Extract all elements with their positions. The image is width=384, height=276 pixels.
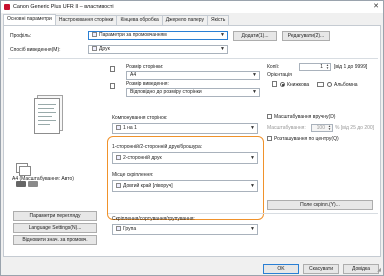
- profile-value: Параметри за промовчанням: [99, 32, 167, 38]
- orientation-label: Орієнтація: [267, 72, 292, 78]
- chevron-down-icon: ▼: [250, 183, 255, 189]
- stack-preview-icon-2: [19, 166, 31, 176]
- tab-finishing[interactable]: Кінцева обробка: [116, 15, 163, 25]
- copies-range: [від 1 до 9999]: [334, 64, 368, 70]
- page-size-label: Розмір сторінки:: [126, 64, 164, 70]
- output-size-select[interactable]: Відповідно до розміру сторінки ▼: [126, 88, 260, 97]
- cancel-button[interactable]: Скасувати: [303, 264, 339, 274]
- binding-value: Довгий край [ліворуч]: [123, 183, 173, 189]
- collate-value: Група: [123, 226, 137, 232]
- page-layout-select[interactable]: 1 на 1 ▼: [112, 123, 258, 134]
- title-bar: Canon Generic Plus UFR II – властивості …: [1, 1, 383, 13]
- duplex-value: 2-сторонній друк: [123, 155, 162, 161]
- binding-margin-button[interactable]: Поле скріпл.(Y)...: [267, 200, 373, 210]
- add-profile-button[interactable]: Додати(1)...: [233, 31, 277, 41]
- output-method-value: Друк: [99, 46, 110, 52]
- profile-icon: [92, 32, 97, 38]
- output-size-value: Відповідно до розміру сторінки: [130, 89, 202, 95]
- manual-scaling-checkbox[interactable]: [267, 114, 272, 119]
- collate-select[interactable]: Група ▼: [112, 224, 258, 235]
- print-icon: [92, 46, 97, 52]
- ok-button[interactable]: OK: [263, 264, 299, 274]
- section-divider: [108, 213, 378, 214]
- binding-label: Місце скріплення:: [112, 172, 154, 178]
- copies-value: 1: [320, 64, 323, 70]
- page-size-select[interactable]: A4 ▼: [126, 71, 260, 80]
- manual-scaling-label: Масштабування вручну(D): [274, 114, 336, 120]
- tab-paper-source[interactable]: Джерело паперу: [161, 15, 209, 25]
- tab-page-setup[interactable]: Настроювання сторінки: [54, 15, 118, 25]
- duplex-select[interactable]: 2-сторонній друк ▼: [112, 152, 258, 164]
- tab-basic-settings[interactable]: Основні параметри: [3, 14, 56, 25]
- landscape-radio[interactable]: [327, 82, 332, 87]
- resize-grip-icon[interactable]: ◢: [377, 267, 381, 273]
- scaling-spinner[interactable]: 100 ▲ ▼: [311, 124, 333, 132]
- scaling-label: Масштабування:: [267, 125, 306, 131]
- landscape-label: Альбомна: [334, 82, 358, 88]
- profile-select[interactable]: Параметри за промовчанням ▼: [88, 31, 228, 40]
- page-layout-icon: [116, 125, 121, 131]
- chevron-down-icon: ▼: [252, 72, 257, 78]
- chevron-down-icon: ▼: [250, 125, 255, 131]
- window-title: Canon Generic Plus UFR II – властивості: [13, 4, 114, 10]
- scaling-range: % [від 25 до 200]: [335, 125, 375, 131]
- restore-defaults-button[interactable]: Відновити знач. за промовч.: [13, 235, 97, 245]
- chevron-down-icon: ▼: [220, 32, 225, 38]
- basic-settings-panel: Профіль: Параметри за промовчанням ▼ Дода…: [3, 25, 381, 257]
- portrait-page-icon: [272, 81, 277, 87]
- duplex-icon: [116, 155, 121, 161]
- center-position-checkbox[interactable]: [267, 136, 272, 141]
- output-method-label: Спосіб виведення(M):: [10, 47, 61, 53]
- landscape-page-icon: [317, 82, 324, 87]
- page-layout-value: 1 на 1: [123, 125, 137, 131]
- collate-icon: [116, 226, 121, 232]
- output-size-label: Розмір виведення:: [126, 81, 169, 87]
- tab-quality[interactable]: Якість: [207, 15, 230, 25]
- close-icon[interactable]: ✕: [373, 3, 379, 11]
- page-size-value: A4: [130, 72, 137, 78]
- center-position-label: Розташування по центру(Q): [274, 136, 339, 142]
- output-size-icon: [110, 83, 115, 89]
- output-method-select[interactable]: Друк ▼: [88, 45, 228, 54]
- edit-profile-button[interactable]: Редагувати(2)...: [282, 31, 330, 41]
- page-preview: [34, 98, 60, 134]
- header-divider: [8, 58, 378, 59]
- portrait-label: Книжкова: [287, 82, 310, 88]
- spinner-arrows-icon[interactable]: ▲ ▼: [328, 125, 331, 131]
- binding-select[interactable]: Довгий край [ліворуч] ▼: [112, 180, 258, 192]
- tab-strip: Основні параметри Настроювання сторінки …: [3, 14, 230, 25]
- page-layout-label: Компонування сторінок:: [112, 115, 168, 121]
- language-settings-button[interactable]: Language Settings(N)...: [13, 223, 97, 233]
- binding-icon: [116, 183, 121, 189]
- preview-caption: A4 (Масштабування: Авто): [12, 176, 74, 182]
- spinner-arrows-icon[interactable]: ▲ ▼: [326, 64, 329, 70]
- preview-settings-button[interactable]: Параметри перегляду: [13, 211, 97, 221]
- printer-app-icon: [4, 4, 10, 10]
- copies-spinner[interactable]: 1 ▲ ▼: [299, 63, 331, 71]
- profile-label: Профіль:: [10, 33, 32, 39]
- page-size-icon: [110, 66, 115, 72]
- help-button[interactable]: Довідка: [343, 264, 379, 274]
- portrait-radio[interactable]: [280, 82, 285, 87]
- printer-properties-window: Canon Generic Plus UFR II – властивості …: [0, 0, 384, 276]
- chevron-down-icon: ▼: [250, 155, 255, 161]
- scaling-value: 100: [316, 125, 325, 131]
- duplex-label: 1-сторонній/2-сторонній друк/брошура:: [112, 144, 203, 150]
- chevron-down-icon: ▼: [220, 46, 225, 52]
- chevron-down-icon: ▼: [252, 89, 257, 95]
- chevron-down-icon: ▼: [250, 226, 255, 232]
- collate-label: Скріплення/сортування/групування:: [112, 216, 195, 222]
- copies-label: Копії:: [267, 64, 280, 70]
